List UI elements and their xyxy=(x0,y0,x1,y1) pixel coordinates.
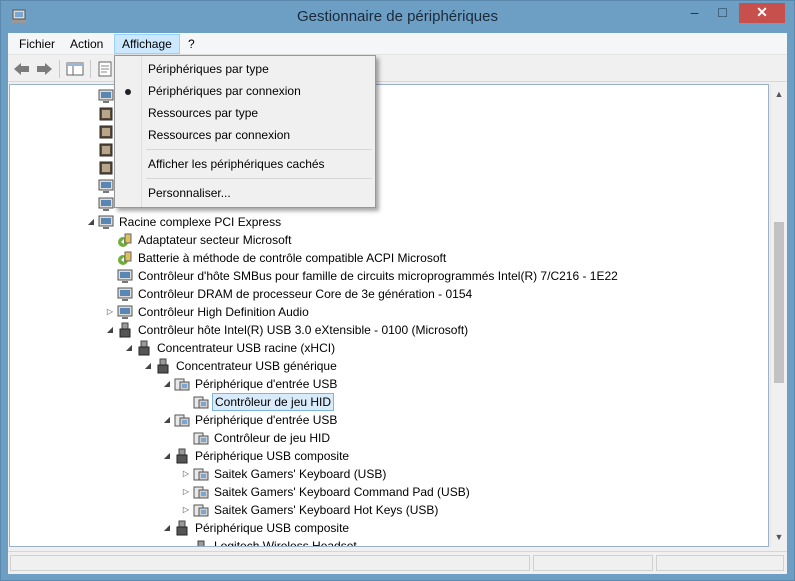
back-arrow-icon[interactable] xyxy=(12,60,32,78)
pc-icon xyxy=(98,197,114,211)
collapse-arrow-icon[interactable]: ◢ xyxy=(124,339,134,357)
tree-row-label: Périphérique d'entrée USB xyxy=(195,413,338,427)
menu-item-peripheriques-par-connexion[interactable]: Périphériques par connexion xyxy=(148,81,301,101)
tree-row-label: Batterie à méthode de contrôle compatibl… xyxy=(138,251,447,265)
menu-item-personnaliser[interactable]: Personnaliser... xyxy=(148,183,231,203)
radio-bullet-icon xyxy=(125,89,131,95)
menu-fichier[interactable]: Fichier xyxy=(12,34,62,54)
collapse-arrow-icon[interactable]: ◢ xyxy=(105,321,115,339)
tree-row-label: Racine complexe PCI Express xyxy=(119,215,282,229)
hid-icon xyxy=(193,468,209,481)
scroll-up-icon[interactable]: ▲ xyxy=(771,86,787,102)
battery-icon xyxy=(118,233,132,247)
collapse-arrow-icon[interactable]: ◢ xyxy=(86,213,96,231)
status-bar xyxy=(8,551,787,574)
toolbar-separator xyxy=(59,60,60,78)
usb-icon xyxy=(119,322,131,338)
pc-icon xyxy=(98,215,114,229)
hid-icon xyxy=(193,432,209,445)
collapse-arrow-icon[interactable]: ◢ xyxy=(162,411,172,429)
pc-icon xyxy=(98,89,114,103)
tree-row-label: Concentrateur USB racine (xHCI) xyxy=(157,341,336,355)
menu-action[interactable]: Action xyxy=(63,34,110,54)
collapse-arrow-icon[interactable]: ◢ xyxy=(162,447,172,465)
tree-row-label: Périphérique USB composite xyxy=(195,521,350,535)
tree-row-label: Saitek Gamers' Keyboard Hot Keys (USB) xyxy=(214,503,439,517)
usb-icon xyxy=(176,448,188,464)
hid-icon xyxy=(174,414,190,427)
status-panel xyxy=(656,555,784,571)
status-panel xyxy=(533,555,653,571)
title-bar[interactable]: Gestionnaire de périphériques – □ ✕ xyxy=(1,1,794,33)
expand-arrow-icon[interactable]: ▷ xyxy=(105,303,115,321)
tree-row-label: Contrôleur de jeu HID xyxy=(212,393,335,411)
tree-row-label: Logitech Wireless Headset xyxy=(214,539,357,547)
vertical-scrollbar[interactable]: ▲ ▼ xyxy=(770,84,786,547)
expand-arrow-icon[interactable]: ▷ xyxy=(181,465,191,483)
expand-arrow-icon[interactable]: ▷ xyxy=(181,483,191,501)
tree-row-label: Contrôleur DRAM de processeur Core de 3e… xyxy=(138,287,473,301)
menu-item-ressources-par-connexion[interactable]: Ressources par connexion xyxy=(148,125,290,145)
audio-icon xyxy=(197,540,205,546)
tree-row-label: Contrôleur hôte Intel(R) USB 3.0 eXtensi… xyxy=(138,323,469,337)
pc-icon xyxy=(117,269,133,283)
tree-row-label: Saitek Gamers' Keyboard Command Pad (USB… xyxy=(214,485,470,499)
menu-item-peripheriques-par-type[interactable]: Périphériques par type xyxy=(148,59,269,79)
menu-gutter xyxy=(115,56,142,207)
usb-icon xyxy=(157,358,169,374)
tree-row-label: Périphérique USB composite xyxy=(195,449,350,463)
battery-icon xyxy=(118,251,132,265)
menu-separator xyxy=(146,149,372,150)
chip-icon xyxy=(99,143,113,157)
chip-icon xyxy=(99,107,113,121)
hid-icon xyxy=(193,486,209,499)
menu-item-ressources-par-type[interactable]: Ressources par type xyxy=(148,103,258,123)
hid-icon xyxy=(174,378,190,391)
menu-separator xyxy=(146,178,372,179)
collapse-arrow-icon[interactable]: ◢ xyxy=(143,357,153,375)
maximize-button[interactable]: □ xyxy=(709,3,736,23)
chip-icon xyxy=(99,161,113,175)
properties-icon[interactable] xyxy=(95,60,115,78)
tree-row-label: Périphérique d'entrée USB xyxy=(195,377,338,391)
tree-row-label: Contrôleur d'hôte SMBus pour famille de … xyxy=(138,269,618,283)
tree-row-label: Adaptateur secteur Microsoft xyxy=(138,233,292,247)
scroll-down-icon[interactable]: ▼ xyxy=(771,529,787,545)
usb-icon xyxy=(138,340,150,356)
expand-arrow-icon[interactable]: ▷ xyxy=(181,501,191,519)
tree-row-label: Saitek Gamers' Keyboard (USB) xyxy=(214,467,387,481)
pc-icon xyxy=(117,287,133,301)
tree-row-label: Contrôleur de jeu HID xyxy=(214,431,331,445)
forward-arrow-icon[interactable] xyxy=(34,60,54,78)
status-panel xyxy=(10,555,530,571)
chip-icon xyxy=(99,125,113,139)
pc-icon xyxy=(117,305,133,319)
collapse-arrow-icon[interactable]: ◢ xyxy=(162,375,172,393)
scroll-thumb[interactable] xyxy=(774,222,784,383)
pc-icon xyxy=(98,179,114,193)
menu-item-afficher-caches[interactable]: Afficher les périphériques cachés xyxy=(148,154,325,174)
minimize-button[interactable]: – xyxy=(681,3,708,23)
device-manager-window: Gestionnaire de périphériques – □ ✕ Fich… xyxy=(0,0,795,581)
hid-icon xyxy=(193,504,209,517)
collapse-arrow-icon[interactable]: ◢ xyxy=(162,519,172,537)
usb-icon xyxy=(176,520,188,536)
hid-icon xyxy=(193,396,209,409)
window-title: Gestionnaire de périphériques xyxy=(297,8,498,25)
console-tree-icon[interactable] xyxy=(65,60,85,78)
close-button[interactable]: ✕ xyxy=(739,3,785,23)
toolbar-separator xyxy=(90,60,91,78)
menu-affichage[interactable]: Affichage xyxy=(114,34,180,54)
tree-row-label: Concentrateur USB générique xyxy=(176,359,337,373)
menu-help[interactable]: ? xyxy=(181,34,202,54)
affichage-dropdown-menu: Périphériques par type Périphériques par… xyxy=(114,55,376,208)
menu-bar: Fichier Action Affichage ? xyxy=(8,33,787,55)
tree-row-label: Contrôleur High Definition Audio xyxy=(138,305,309,319)
